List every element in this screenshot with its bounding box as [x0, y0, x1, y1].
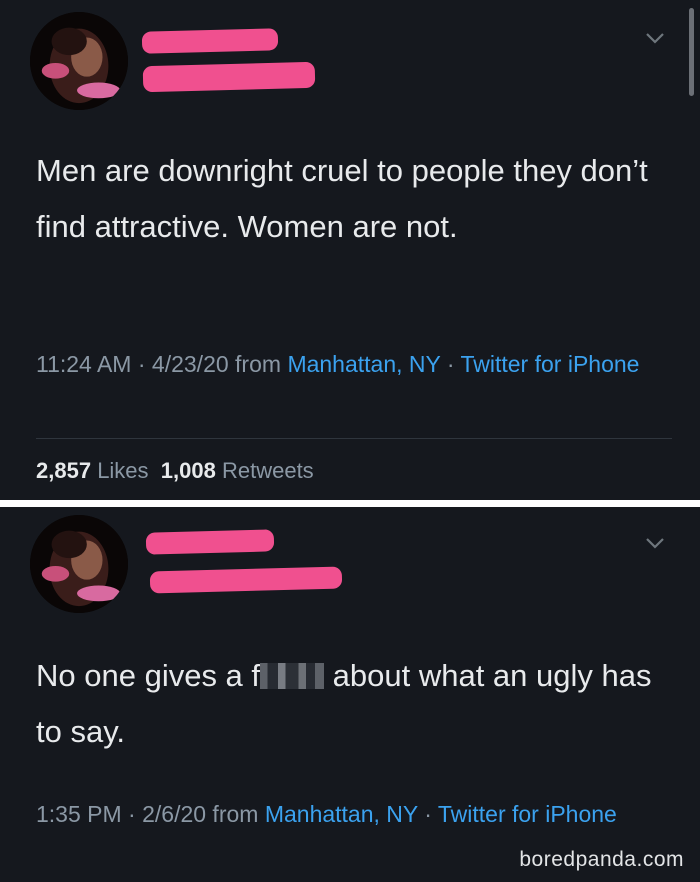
- tweet-meta: 11:24 AM · 4/23/20 from Manhattan, NY · …: [36, 346, 676, 382]
- likes-count[interactable]: 2,857: [36, 458, 91, 483]
- tweet-timestamp: 11:24 AM · 4/23/20 from: [36, 351, 288, 377]
- redacted-username: [142, 61, 316, 93]
- chevron-down-icon[interactable]: [644, 535, 666, 551]
- source-link[interactable]: Twitter for iPhone: [438, 801, 617, 827]
- tweet-timestamp: 1:35 PM · 2/6/20 from: [36, 801, 265, 827]
- avatar-photo: [30, 515, 128, 613]
- watermark: boredpanda.com: [519, 848, 684, 871]
- redacted-username: [149, 566, 343, 594]
- retweets-label[interactable]: Retweets: [222, 458, 314, 483]
- avatar[interactable]: [30, 515, 128, 613]
- tweet-text: Men are downright cruel to people they d…: [36, 153, 648, 244]
- location-link[interactable]: Manhattan, NY: [265, 801, 418, 827]
- redacted-display-name: [145, 529, 275, 555]
- retweets-count[interactable]: 1,008: [161, 458, 216, 483]
- avatar-photo: [30, 12, 128, 110]
- divider: [36, 438, 672, 439]
- tweet-stats: 2,857 Likes 1,008 Retweets: [36, 458, 314, 484]
- tweet-card: Men are downright cruel to people they d…: [0, 0, 700, 500]
- location-link[interactable]: Manhattan, NY: [287, 351, 440, 377]
- tweet-text-start: No one gives a f: [36, 658, 261, 693]
- meta-separator: ·: [417, 801, 438, 827]
- tweet-meta: 1:35 PM · 2/6/20 from Manhattan, NY · Tw…: [36, 796, 656, 832]
- source-link[interactable]: Twitter for iPhone: [460, 351, 639, 377]
- tweet-text: No one gives a f about what an ugly has …: [36, 648, 666, 760]
- scrollbar[interactable]: [689, 8, 694, 96]
- meta-separator: ·: [440, 351, 461, 377]
- likes-label[interactable]: Likes: [97, 458, 148, 483]
- tweet-card: No one gives a f about what an ugly has …: [0, 507, 700, 882]
- avatar[interactable]: [30, 12, 128, 110]
- chevron-down-icon[interactable]: [644, 30, 666, 46]
- censored-word: [260, 663, 325, 689]
- redacted-display-name: [141, 28, 279, 54]
